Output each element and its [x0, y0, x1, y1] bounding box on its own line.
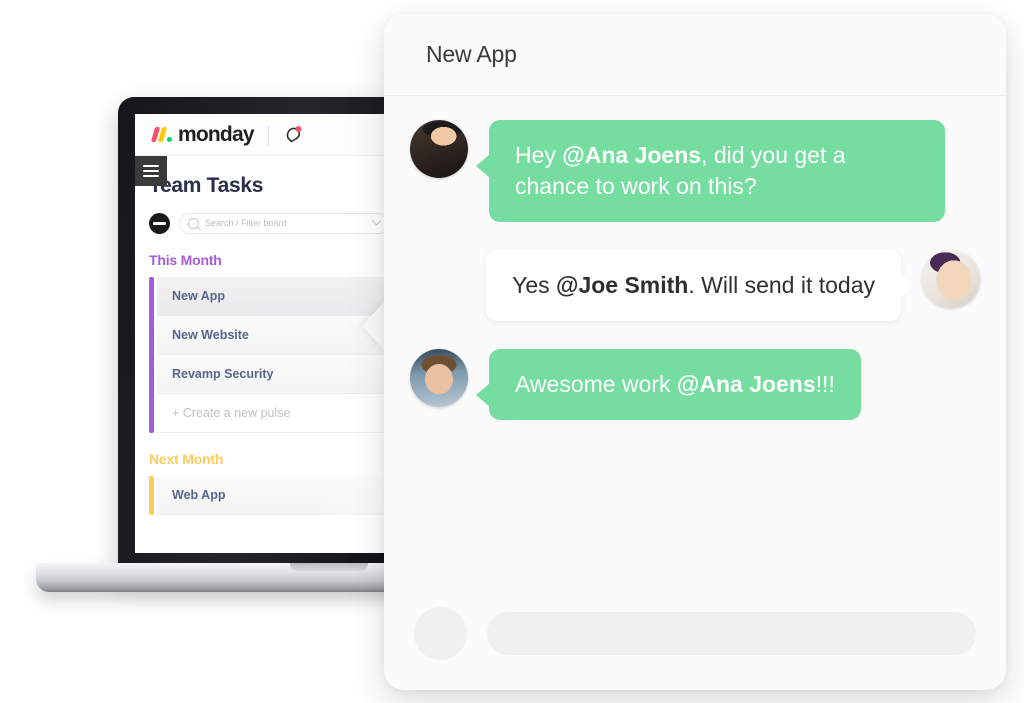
chat-panel: New App Hey @Ana Joens, did you get a ch… — [384, 14, 1006, 690]
message-mention[interactable]: @Joe Smith — [556, 272, 688, 298]
avatar-ana-joens[interactable] — [922, 250, 980, 309]
message-text: Awesome work — [515, 371, 677, 398]
message-mention[interactable]: @Ana Joens — [677, 371, 816, 397]
search-input[interactable]: Search / Filter board — [205, 218, 373, 228]
message-input[interactable] — [487, 612, 976, 655]
group-color-bar — [149, 476, 154, 515]
group-color-bar — [149, 277, 154, 433]
chat-message: Awesome work @Ana Joens!!! — [410, 349, 980, 421]
laptop-notch — [289, 563, 368, 571]
message-text: . Will send it today — [688, 272, 875, 299]
message-bubble: Yes @Joe Smith. Will send it today — [486, 250, 914, 322]
search-icon — [188, 217, 199, 229]
message-mention[interactable]: @Ana Joens — [562, 142, 701, 168]
message-bubble: Awesome work @Ana Joens!!! — [476, 349, 861, 421]
message-bubble: Hey @Ana Joens, did you get a chance to … — [476, 120, 945, 223]
notification-pulse-icon[interactable] — [283, 124, 305, 146]
monday-logo[interactable]: monday — [150, 122, 255, 147]
message-text: !!! — [815, 371, 835, 398]
message-composer — [384, 607, 1006, 660]
message-text: Hey — [515, 142, 563, 168]
chat-message: Yes @Joe Smith. Will send it today — [410, 250, 980, 322]
chat-panel-pointer-tail — [362, 300, 386, 352]
avatar-joe-smith[interactable] — [410, 120, 468, 178]
message-text: Yes — [512, 272, 557, 299]
chevron-down-icon[interactable] — [371, 215, 382, 226]
chat-message: Hey @Ana Joens, did you get a chance to … — [410, 120, 980, 223]
avatar-team-member[interactable] — [410, 349, 468, 408]
chat-header: New App — [384, 14, 1006, 96]
topbar-divider — [267, 124, 269, 145]
chat-title: New App — [426, 41, 517, 67]
hamburger-menu-icon[interactable] — [135, 156, 167, 186]
monday-wordmark: monday — [178, 122, 255, 146]
monday-logo-bars-icon — [150, 127, 172, 142]
chat-message-list: Hey @Ana Joens, did you get a chance to … — [384, 96, 1006, 421]
board-owner-avatar[interactable] — [149, 212, 170, 234]
search-filter-box[interactable]: Search / Filter board — [179, 212, 389, 234]
composer-avatar — [414, 607, 467, 660]
